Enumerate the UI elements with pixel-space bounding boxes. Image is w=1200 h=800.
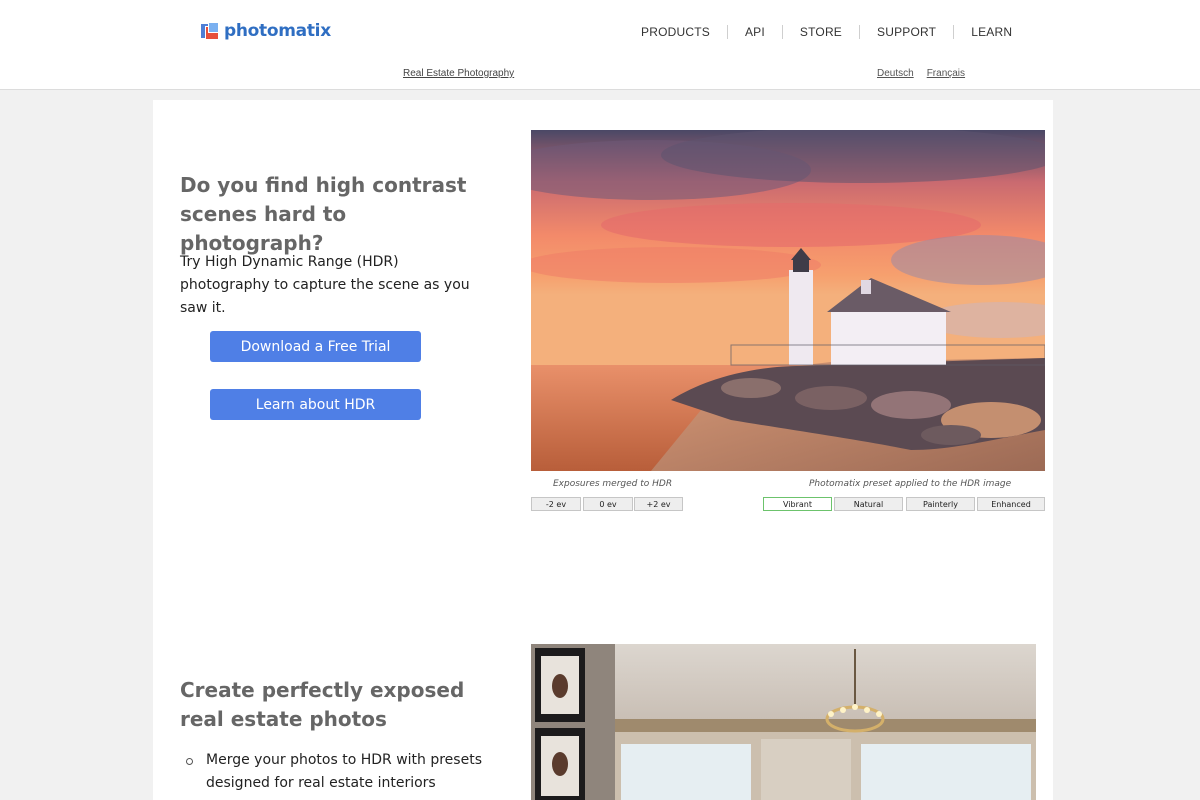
- logo[interactable]: photomatix: [201, 21, 331, 41]
- lighthouse-hdr-photo: [531, 130, 1045, 471]
- realestate-headline: Create perfectly exposed real estate pho…: [180, 678, 465, 731]
- download-free-trial-button[interactable]: Download a Free Trial: [210, 331, 421, 362]
- exposure-tab-minus2[interactable]: -2 ev: [531, 497, 581, 511]
- preset-tab-natural[interactable]: Natural: [834, 497, 903, 511]
- preset-tab-enhanced[interactable]: Enhanced: [977, 497, 1045, 511]
- nav-learn[interactable]: LEARN: [953, 25, 1029, 39]
- lang-deutsch-link[interactable]: Deutsch: [877, 68, 914, 79]
- main-content: Do you find high contrast scenes hard to…: [153, 100, 1053, 800]
- exposure-tab-0[interactable]: 0 ev: [583, 497, 633, 511]
- exposures-caption: Exposures merged to HDR: [553, 479, 673, 489]
- preset-tab-vibrant[interactable]: Vibrant: [763, 497, 832, 511]
- lighthouse-scene: [531, 130, 1045, 471]
- hero-lead: Try High Dynamic Range (HDR) photography…: [180, 254, 470, 316]
- hero-headline: Do you find high contrast scenes hard to…: [180, 173, 467, 255]
- realestate-bullet-list: Merge your photos to HDR with presets de…: [180, 749, 506, 795]
- language-links: Deutsch Français: [877, 68, 965, 79]
- list-item: Merge your photos to HDR with presets de…: [186, 749, 506, 795]
- logo-wordmark: photomatix: [224, 21, 331, 41]
- lang-francais-link[interactable]: Français: [927, 68, 965, 79]
- real-estate-photography-link[interactable]: Real Estate Photography: [403, 68, 514, 79]
- interior-scene: [531, 644, 1036, 800]
- nav-support[interactable]: SUPPORT: [859, 25, 953, 39]
- photomatix-logo-icon: [201, 22, 219, 40]
- site-header: photomatix PRODUCTS API STORE SUPPORT LE…: [0, 0, 1200, 90]
- learn-about-hdr-button[interactable]: Learn about HDR: [210, 389, 421, 420]
- preset-tab-painterly[interactable]: Painterly: [906, 497, 975, 511]
- nav-products[interactable]: PRODUCTS: [624, 25, 727, 39]
- nav-store[interactable]: STORE: [781, 25, 859, 39]
- nav-api[interactable]: API: [726, 25, 782, 39]
- main-nav: PRODUCTS API STORE SUPPORT LEARN: [624, 25, 1029, 39]
- exposure-tab-plus2[interactable]: +2 ev: [634, 497, 683, 511]
- preset-caption: Photomatix preset applied to the HDR ima…: [809, 479, 1012, 489]
- realestate-interior-photo: [531, 644, 1036, 800]
